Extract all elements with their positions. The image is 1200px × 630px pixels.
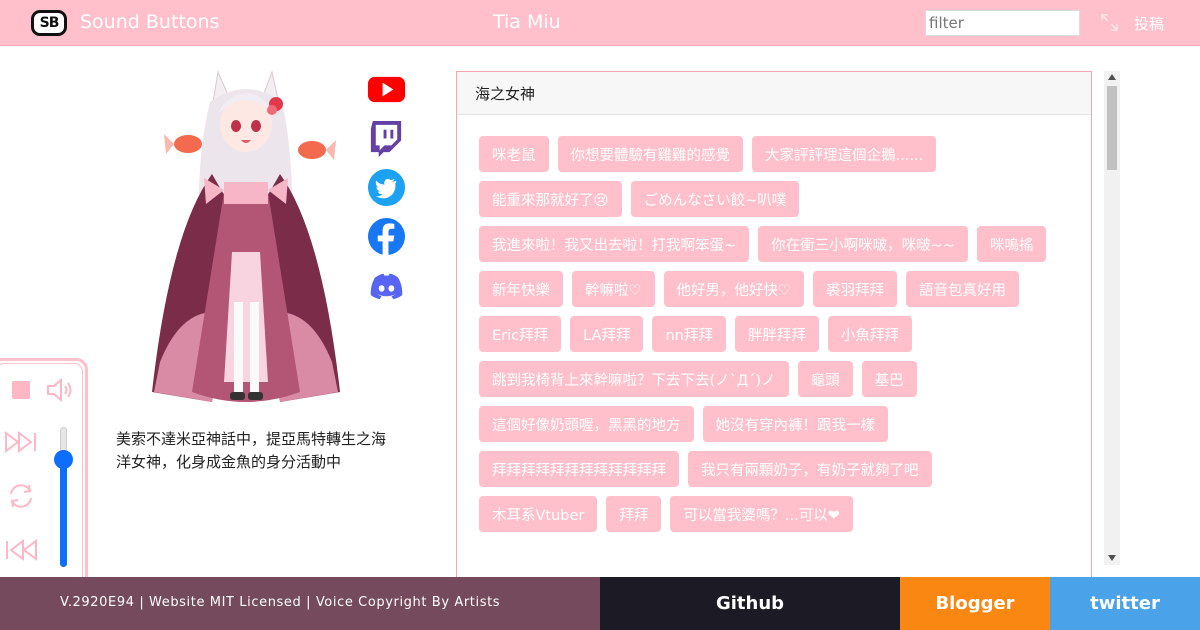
sound-button[interactable]: 拜拜 [606, 496, 662, 532]
sound-button[interactable]: 這個好像奶頭喔，黑黑的地方 [479, 406, 694, 442]
footer: V.2920E94 | Website MIT Licensed | Voice… [0, 577, 1200, 630]
sound-button-list: 咪老鼠 你想要體驗有雞雞的感覺 大家評評理這個企鵝...... 能重來那就好了😢 ごめん… [457, 115, 1057, 541]
sound-button[interactable]: 木耳系Vtuber [479, 496, 598, 532]
page-title: Tia Miu [493, 11, 561, 33]
filter-input[interactable] [925, 10, 1080, 36]
sound-button[interactable]: 她沒有穿內褲！跟我一樣 [702, 406, 888, 442]
sound-button[interactable]: 裘羽拜拜 [813, 271, 897, 307]
sound-button[interactable]: nn拜拜 [652, 316, 726, 352]
sound-button[interactable]: 咪老鼠 [479, 136, 549, 172]
sound-button[interactable]: 新年快樂 [479, 271, 563, 307]
previous-icon[interactable] [4, 538, 38, 562]
site-title[interactable]: Sound Buttons [80, 11, 219, 33]
sound-group-title: 海之女神 [457, 72, 1091, 115]
twitter-link[interactable]: twitter [1050, 577, 1200, 630]
facebook-icon[interactable] [367, 217, 406, 256]
repeat-icon[interactable] [5, 482, 37, 510]
sound-button[interactable]: 大家評評理這個企鵝...... [752, 136, 937, 172]
discord-icon[interactable] [367, 266, 406, 305]
sound-button[interactable]: 他好男，他好快♡ [663, 271, 804, 307]
sound-button[interactable]: 你想要體驗有雞雞的感覺 [557, 136, 743, 172]
next-icon[interactable] [4, 430, 38, 454]
volume-slider-fill [60, 459, 67, 567]
sound-button[interactable]: 你在衝三小啊咪啵，咪啵~~ [758, 226, 968, 262]
sound-button[interactable]: 幹嘛啦♡ [572, 271, 655, 307]
sound-button[interactable]: 基巴 [861, 361, 917, 397]
vtuber-avatar-image [152, 70, 340, 402]
twitch-icon[interactable] [367, 119, 406, 158]
volume-slider-thumb[interactable] [54, 450, 73, 469]
sound-group-card: 海之女神 咪老鼠 你想要體驗有雞雞的感覺 大家評評理這個企鵝...... 能重來那就好… [456, 71, 1092, 591]
footer-info: V.2920E94 | Website MIT Licensed | Voice… [0, 577, 600, 630]
sound-button[interactable]: 可以當我婆嗎？...可以❤ [670, 496, 853, 532]
github-link[interactable]: Github [600, 577, 900, 630]
fullscreen-icon[interactable] [1100, 13, 1119, 32]
sound-button[interactable]: 我只有兩顆奶子，有奶子就夠了吧 [688, 451, 932, 487]
volume-icon[interactable] [46, 376, 76, 404]
stop-icon[interactable] [11, 380, 31, 400]
sound-button[interactable]: 語音包真好用 [906, 271, 1019, 307]
sound-button[interactable]: 胖胖拜拜 [734, 316, 819, 352]
scroll-down-arrow-icon[interactable] [1108, 555, 1116, 561]
post-button[interactable]: 投稿 [1134, 13, 1164, 34]
site-logo[interactable]: SB [31, 10, 67, 36]
sound-button[interactable]: 小魚拜拜 [827, 316, 912, 352]
sound-button[interactable]: 我進來啦！我又出去啦！打我啊笨蛋~ [479, 226, 750, 262]
blogger-link[interactable]: Blogger [900, 577, 1050, 630]
youtube-icon[interactable] [367, 70, 406, 109]
vtuber-description: 美索不達米亞神話中，提亞馬特轉生之海洋女神，化身成金魚的身分活動中 [116, 430, 387, 471]
sound-button[interactable]: 龜頭 [797, 361, 853, 397]
top-navbar: SB Sound Buttons Tia Miu 投稿 [0, 0, 1200, 46]
scroll-up-arrow-icon[interactable] [1108, 74, 1116, 80]
sound-button[interactable]: 咪嗚搖 [976, 226, 1047, 262]
sound-button[interactable]: ごめんなさい餃~叭噗 [630, 181, 800, 217]
sound-button[interactable]: 拜拜拜拜拜拜拜拜拜拜拜拜 [479, 451, 679, 487]
scrollbar-thumb[interactable] [1107, 86, 1117, 170]
twitter-icon[interactable] [367, 168, 406, 207]
sound-button[interactable]: 跳到我椅背上來幹嘛啦？下去下去(ノ`Д´)ノ [479, 361, 789, 397]
sound-button[interactable]: LA拜拜 [570, 316, 644, 352]
sound-button[interactable]: 能重來那就好了😢 [479, 181, 622, 217]
sound-button[interactable]: Eric拜拜 [479, 316, 562, 352]
